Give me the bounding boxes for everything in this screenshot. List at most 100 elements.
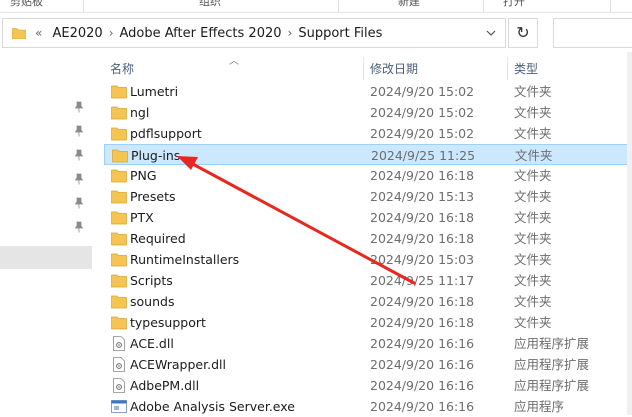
search-input[interactable] [553, 18, 632, 48]
file-name[interactable]: Scripts [130, 270, 173, 291]
table-row[interactable]: PNG 2024/9/20 16:18 文件夹 [104, 165, 632, 186]
breadcrumb-after-effects[interactable]: Adobe After Effects 2020 [120, 26, 282, 41]
file-name[interactable]: ACE.dll [130, 333, 174, 354]
breadcrumb-ae2020[interactable]: AE2020 [52, 26, 102, 41]
folder-icon [111, 105, 127, 120]
table-row[interactable]: sounds 2024/9/20 16:18 文件夹 [104, 291, 632, 312]
table-row[interactable]: AdbePM.dll 2024/9/20 16:16 应用程序扩展 [104, 375, 632, 396]
file-name[interactable]: Plug-ins [131, 145, 180, 166]
file-type: 文件夹 [514, 168, 552, 183]
refresh-button[interactable]: ↻ [508, 18, 538, 48]
file-type: 文件夹 [515, 148, 553, 163]
address-bar-row: « AE2020 › Adobe After Effects 2020 › Suppor… [0, 13, 632, 52]
file-modified-date: 2024/9/20 16:18 [370, 231, 475, 246]
address-bar[interactable]: « AE2020 › Adobe After Effects 2020 › Suppor… [2, 18, 506, 48]
table-row[interactable]: Scripts 2024/9/25 11:17 文件夹 [104, 270, 632, 291]
table-row[interactable]: ACEWrapper.dll 2024/9/20 16:16 应用程序扩展 [104, 354, 632, 375]
navigation-pane [0, 52, 92, 415]
file-name[interactable]: ngl [130, 102, 149, 123]
pin-icon [74, 197, 84, 209]
pin-icon [74, 125, 84, 137]
file-type: 文件夹 [514, 84, 552, 99]
folder-icon [111, 84, 127, 99]
file-modified-date: 2024/9/20 15:02 [370, 105, 475, 120]
dll-icon [111, 357, 127, 372]
file-type: 文件夹 [514, 189, 552, 204]
folder-icon [12, 28, 26, 39]
file-type: 应用程序扩展 [514, 378, 590, 393]
table-row[interactable]: Lumetri 2024/9/20 15:02 文件夹 [104, 81, 632, 102]
file-type: 文件夹 [514, 252, 552, 267]
ribbon-clipboard-label: 剪贴板 [10, 0, 43, 8]
folder-icon [111, 252, 127, 267]
file-name[interactable]: PTX [130, 207, 154, 228]
chevron-right-icon[interactable]: › [109, 26, 114, 40]
nav-item-selected[interactable] [0, 246, 92, 269]
file-type: 文件夹 [514, 231, 552, 246]
folder-icon [111, 189, 127, 204]
sort-ascending-icon: ︿ [229, 56, 239, 67]
file-modified-date: 2024/9/20 16:18 [370, 315, 475, 330]
file-type: 应用程序扩展 [514, 336, 590, 351]
column-header-name[interactable]: 名称 [110, 60, 134, 78]
file-type: 文件夹 [514, 105, 552, 120]
folder-icon [111, 294, 127, 309]
pin-icon [74, 149, 84, 161]
file-modified-date: 2024/9/20 16:18 [370, 294, 475, 309]
chevron-down-icon[interactable] [485, 27, 497, 39]
breadcrumb-overflow[interactable]: « [35, 26, 42, 40]
file-name[interactable]: sounds [130, 291, 174, 312]
folder-icon [111, 273, 127, 288]
file-name[interactable]: typesupport [130, 312, 206, 333]
file-name[interactable]: AdbePM.dll [130, 375, 199, 396]
table-row[interactable]: PTX 2024/9/20 16:18 文件夹 [104, 207, 632, 228]
table-row[interactable]: typesupport 2024/9/20 16:18 文件夹 [104, 312, 632, 333]
file-name[interactable]: Required [130, 228, 186, 249]
column-divider[interactable] [507, 57, 508, 80]
pin-icon [74, 101, 84, 113]
file-modified-date: 2024/9/20 15:13 [370, 189, 475, 204]
file-modified-date: 2024/9/25 11:17 [370, 273, 475, 288]
file-name[interactable]: RuntimeInstallers [130, 249, 239, 270]
table-row[interactable]: ACE.dll 2024/9/20 16:16 应用程序扩展 [104, 333, 632, 354]
table-row[interactable]: ngl 2024/9/20 15:02 文件夹 [104, 102, 632, 123]
column-header-date[interactable]: 修改日期 [370, 60, 418, 78]
file-name[interactable]: pdflsupport [130, 123, 202, 144]
folder-icon [112, 148, 128, 163]
file-modified-date: 2024/9/20 16:18 [370, 168, 475, 183]
file-name[interactable]: Lumetri [130, 81, 178, 102]
file-modified-date: 2024/9/25 11:25 [371, 148, 476, 163]
table-row[interactable]: Required 2024/9/20 16:18 文件夹 [104, 228, 632, 249]
file-modified-date: 2024/9/20 15:02 [370, 126, 475, 141]
file-type: 文件夹 [514, 210, 552, 225]
file-modified-date: 2024/9/20 16:16 [370, 357, 475, 372]
pin-icon [74, 221, 84, 233]
file-type: 文件夹 [514, 126, 552, 141]
file-name[interactable]: Presets [130, 186, 176, 207]
table-row[interactable]: Adobe Analysis Server.exe 2024/9/20 16:16… [104, 396, 632, 417]
file-type: 应用程序扩展 [514, 357, 590, 372]
file-name[interactable]: Adobe Analysis Server.exe [130, 396, 295, 417]
file-name[interactable]: PNG [130, 165, 157, 186]
table-row[interactable]: Presets 2024/9/20 15:13 文件夹 [104, 186, 632, 207]
table-row[interactable]: RuntimeInstallers 2024/9/20 15:03 文件夹 [104, 249, 632, 270]
column-header-type[interactable]: 类型 [514, 60, 538, 78]
file-modified-date: 2024/9/20 16:16 [370, 378, 475, 393]
folder-icon [111, 126, 127, 141]
file-modified-date: 2024/9/20 16:18 [370, 210, 475, 225]
table-row[interactable]: pdflsupport 2024/9/20 15:02 文件夹 [104, 123, 632, 144]
table-row-selected[interactable]: Plug-ins 2024/9/25 11:25 文件夹 [104, 144, 632, 165]
exe-icon [111, 399, 127, 414]
column-divider[interactable] [363, 57, 364, 80]
ribbon-group-labels: 剪贴板 组织 新建 打开 [0, 0, 632, 13]
file-modified-date: 2024/9/20 15:03 [370, 252, 475, 267]
dll-icon [111, 378, 127, 393]
vertical-scrollbar[interactable] [627, 52, 632, 415]
folder-icon [111, 210, 127, 225]
dll-icon [111, 336, 127, 351]
chevron-right-icon[interactable]: › [288, 26, 293, 40]
breadcrumb-support-files[interactable]: Support Files [298, 26, 382, 41]
file-type: 文件夹 [514, 294, 552, 309]
file-modified-date: 2024/9/20 15:02 [370, 84, 475, 99]
file-name[interactable]: ACEWrapper.dll [130, 354, 226, 375]
